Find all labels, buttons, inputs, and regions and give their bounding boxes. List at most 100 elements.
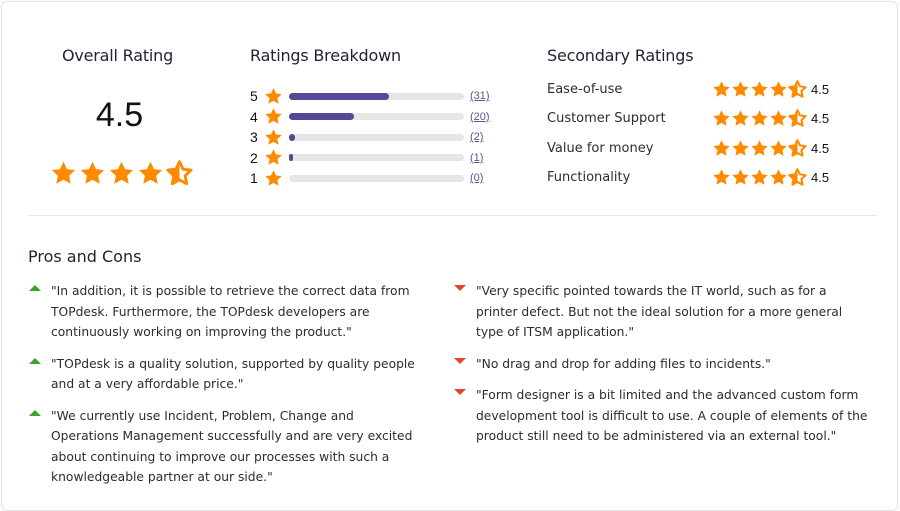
- con-item: "No drag and drop for adding files to in…: [453, 354, 868, 375]
- overall-star-rating: [50, 160, 193, 187]
- star-half-icon: [788, 138, 807, 157]
- con-item: "Form designer is a bit limited and the …: [453, 385, 868, 447]
- secondary-rating-value: 4.5: [811, 140, 830, 156]
- star-full-icon: [751, 169, 768, 185]
- breakdown-star-count: 2: [250, 149, 258, 166]
- overall-rating-title: Overall Rating: [62, 46, 174, 65]
- overall-rating-value: 4.5: [95, 96, 144, 134]
- breakdown-bar: [289, 92, 464, 100]
- ratings-breakdown-title: Ratings Breakdown: [250, 46, 401, 65]
- star-icon: [264, 169, 283, 188]
- breakdown-count-link[interactable]: (0): [470, 172, 483, 184]
- breakdown-bar-fill: [289, 113, 354, 121]
- breakdown-bar-fill: [289, 92, 390, 100]
- ratings-breakdown: 5 (31) 4 (20) 3 (2) 2 (1) 1 (0): [250, 86, 490, 189]
- secondary-star-rating: [712, 168, 807, 187]
- breakdown-bar: [289, 174, 464, 182]
- breakdown-row-5: 5 (31): [250, 86, 490, 107]
- section-divider: [28, 215, 877, 216]
- star-half-icon: [788, 168, 807, 186]
- secondary-rating-label: Functionality: [547, 170, 631, 186]
- breakdown-bar: [289, 133, 464, 141]
- breakdown-bar-fill: [289, 133, 296, 141]
- pros-cons-title: Pros and Cons: [28, 247, 142, 266]
- star-full-icon: [713, 169, 730, 185]
- secondary-rating-row: Value for money 4.5: [547, 134, 829, 163]
- star-full-icon: [732, 110, 749, 127]
- thumbs-down-triangle-icon: [454, 357, 466, 364]
- thumbs-down-triangle-icon: [454, 389, 466, 395]
- star-full-icon: [713, 81, 730, 97]
- star-full-icon: [770, 139, 787, 156]
- breakdown-star-count: 4: [250, 108, 258, 125]
- secondary-rating-label: Value for money: [547, 140, 654, 156]
- star-full-icon: [713, 139, 730, 156]
- star-full-icon: [751, 81, 768, 97]
- secondary-rating-value: 4.5: [811, 170, 830, 186]
- star-full-icon: [770, 169, 787, 185]
- secondary-star-rating: [712, 109, 807, 128]
- secondary-rating-row: Ease-of-use 4.5: [547, 75, 829, 104]
- star-full-icon: [80, 161, 105, 184]
- breakdown-row-2: 2 (1): [250, 148, 490, 169]
- star-icon: [264, 107, 283, 126]
- secondary-ratings: Ease-of-use 4.5 Customer Support 4.5 Val…: [547, 75, 829, 192]
- pro-item: "We currently use Incident, Problem, Cha…: [28, 406, 418, 488]
- breakdown-star-count: 5: [250, 88, 258, 105]
- star-full-icon: [51, 161, 76, 184]
- pro-text: "TOPdesk is a quality solution, supporte…: [51, 356, 415, 392]
- thumbs-up-triangle-icon: [29, 357, 41, 364]
- star-full-icon: [770, 110, 787, 127]
- star-half-icon: [788, 109, 807, 128]
- star-full-icon: [751, 139, 768, 156]
- pro-item: "TOPdesk is a quality solution, supporte…: [28, 354, 418, 395]
- star-full-icon: [138, 161, 163, 184]
- star-icon: [264, 87, 283, 106]
- star-full-icon: [770, 81, 787, 97]
- star-full-icon: [732, 81, 749, 97]
- star-full-icon: [713, 110, 730, 127]
- breakdown-bar: [289, 154, 464, 162]
- secondary-rating-row: Customer Support 4.5: [547, 104, 829, 133]
- breakdown-row-3: 3 (2): [250, 127, 490, 148]
- thumbs-up-triangle-icon: [29, 285, 41, 291]
- secondary-rating-value: 4.5: [811, 82, 830, 98]
- thumbs-up-triangle-icon: [29, 409, 41, 416]
- secondary-rating-value: 4.5: [811, 111, 830, 127]
- star-full-icon: [265, 149, 282, 165]
- breakdown-bar: [289, 113, 464, 121]
- breakdown-count-link[interactable]: (31): [470, 90, 490, 102]
- thumbs-down-triangle-icon: [454, 285, 466, 291]
- star-full-icon: [265, 87, 282, 104]
- con-text: "Very specific pointed towards the IT wo…: [476, 284, 843, 339]
- pro-text: "We currently use Incident, Problem, Cha…: [51, 408, 413, 485]
- star-half-icon: [166, 160, 193, 186]
- star-full-icon: [732, 169, 749, 185]
- star-full-icon: [732, 139, 749, 156]
- star-full-icon: [265, 128, 282, 145]
- breakdown-star-count: 1: [250, 170, 258, 187]
- breakdown-star-count: 3: [250, 129, 258, 146]
- secondary-rating-label: Customer Support: [547, 111, 666, 127]
- star-full-icon: [265, 108, 282, 124]
- secondary-rating-row: Functionality 4.5: [547, 163, 829, 192]
- star-full-icon: [751, 110, 768, 127]
- con-text: "No drag and drop for adding files to in…: [476, 356, 771, 371]
- secondary-ratings-title: Secondary Ratings: [547, 46, 694, 65]
- star-icon: [264, 148, 283, 167]
- pro-text: "In addition, it is possible to retrieve…: [51, 284, 410, 339]
- star-full-icon: [109, 161, 134, 184]
- secondary-rating-label: Ease-of-use: [547, 82, 623, 98]
- star-full-icon: [265, 169, 282, 186]
- secondary-star-rating: [712, 138, 807, 158]
- breakdown-count-link[interactable]: (20): [470, 111, 490, 123]
- pros-list: "In addition, it is possible to retrieve…: [28, 281, 418, 499]
- reviews-card: Overall Rating 4.5 Ratings Breakdown 5 (…: [1, 1, 898, 511]
- cons-list: "Very specific pointed towards the IT wo…: [453, 281, 868, 458]
- breakdown-row-4: 4 (20): [250, 107, 490, 128]
- breakdown-row-1: 1 (0): [250, 168, 490, 189]
- con-item: "Very specific pointed towards the IT wo…: [453, 281, 868, 343]
- breakdown-count-link[interactable]: (1): [470, 152, 483, 164]
- star-icon: [264, 128, 283, 147]
- breakdown-count-link[interactable]: (2): [470, 131, 483, 143]
